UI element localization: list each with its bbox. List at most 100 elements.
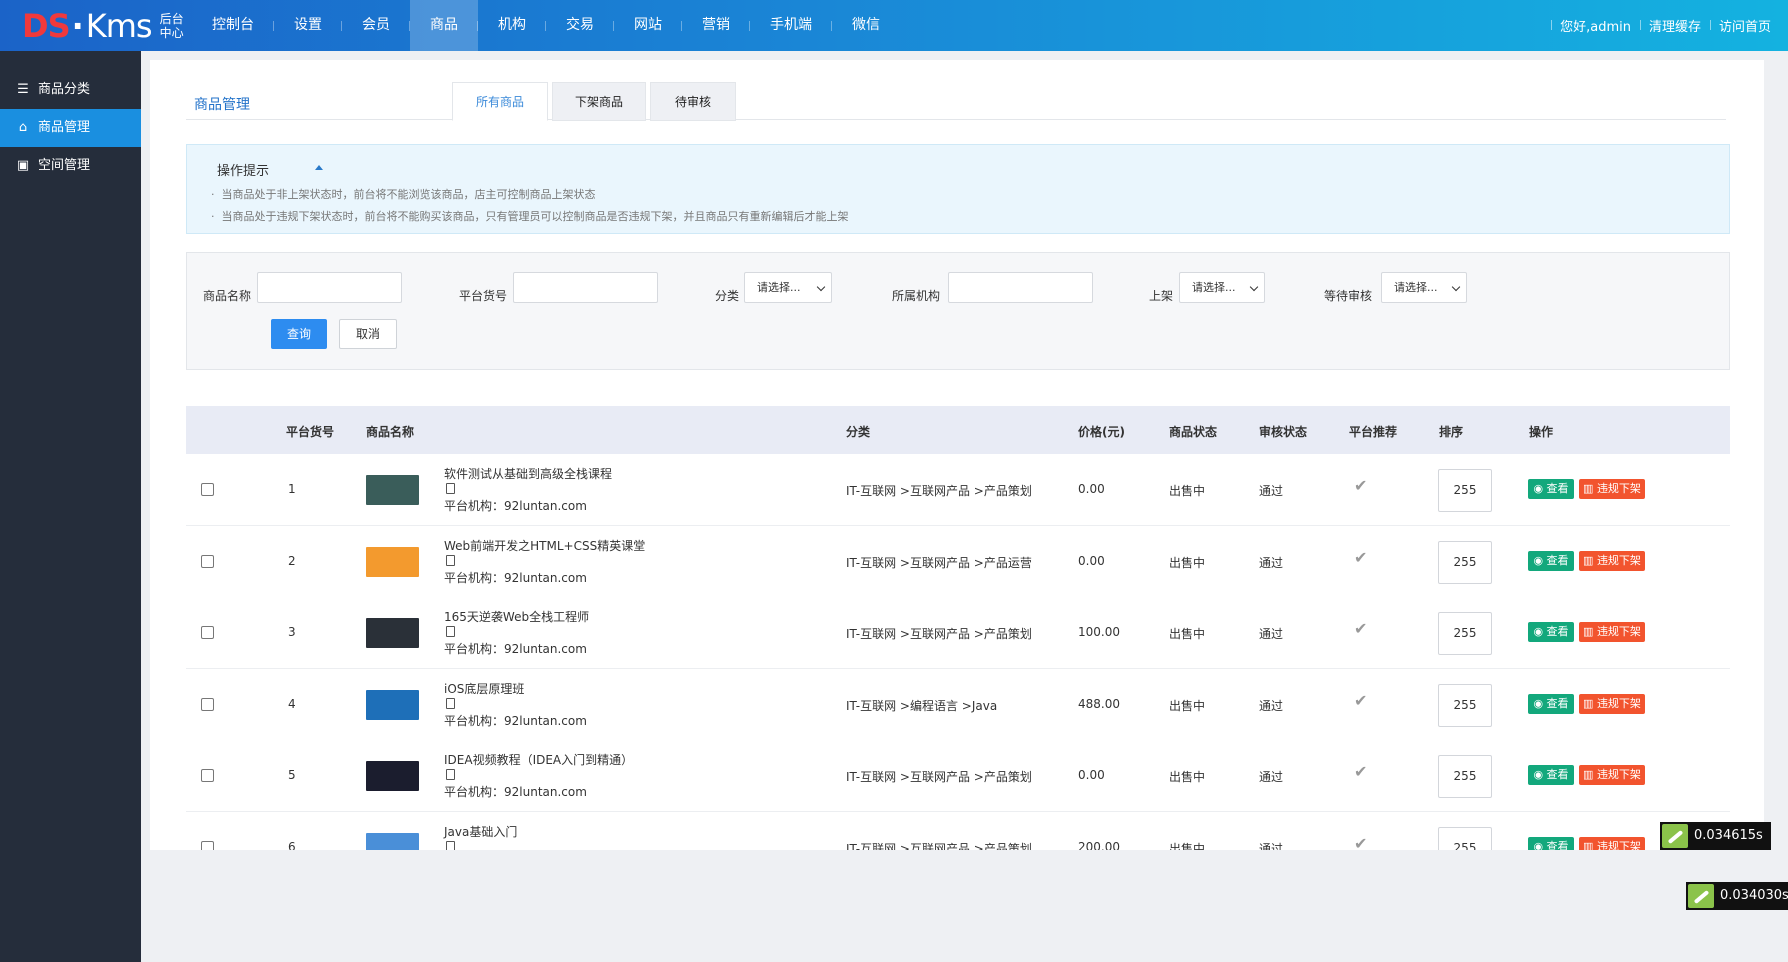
nav-item-settings[interactable]: 设置 bbox=[274, 0, 342, 51]
view-button[interactable]: ◉ 查看 bbox=[1528, 550, 1574, 571]
th-audit: 审核状态 bbox=[1259, 425, 1308, 439]
takedown-button[interactable]: ▥ 违规下架 bbox=[1579, 765, 1645, 785]
product-name: 165天逆袭Web全栈工程师 bbox=[444, 610, 590, 624]
nav-item-orgs[interactable]: 机构 bbox=[478, 0, 546, 51]
check-icon[interactable]: ✔ bbox=[1354, 762, 1367, 781]
category-select[interactable]: 请选择... bbox=[744, 272, 832, 303]
sort-input[interactable]: 255 bbox=[1438, 469, 1492, 512]
sku-input[interactable] bbox=[513, 272, 658, 303]
takedown-button[interactable]: ▥ 违规下架 bbox=[1579, 622, 1645, 642]
audit-select-value: 请选择... bbox=[1394, 281, 1438, 294]
row-category: IT-互联网 >互联网产品 >产品策划 bbox=[846, 484, 1032, 498]
sidebar-item-space-manage[interactable]: ▣ 空间管理 bbox=[0, 147, 141, 185]
product-name: 软件测试从基础到高级全栈课程 bbox=[444, 467, 613, 481]
logo[interactable]: DS · Kms 后台 中心 bbox=[22, 6, 184, 46]
greeting-link[interactable]: 您好,admin bbox=[1551, 16, 1640, 35]
th-category: 分类 bbox=[846, 425, 871, 439]
product-org: 平台机构：92luntan.com bbox=[444, 570, 587, 585]
sort-input[interactable]: 255 bbox=[1438, 826, 1492, 850]
tips-title[interactable]: 操作提示 bbox=[217, 160, 269, 179]
row-audit: 通过 bbox=[1259, 698, 1284, 713]
caret-up-icon[interactable] bbox=[315, 165, 323, 170]
cancel-button[interactable]: 取消 bbox=[339, 319, 397, 349]
takedown-button[interactable]: ▥ 违规下架 bbox=[1579, 836, 1645, 851]
product-org: 平台机构：92luntan.com bbox=[444, 499, 587, 513]
nav-item-wechat[interactable]: 微信 bbox=[832, 0, 900, 51]
phone-icon bbox=[446, 840, 455, 850]
th-recommend: 平台推荐 bbox=[1349, 425, 1398, 439]
row-price: 100.00 bbox=[1078, 625, 1120, 639]
takedown-label: 违规下架 bbox=[1596, 482, 1641, 495]
view-button[interactable]: ◉ 查看 bbox=[1528, 622, 1574, 642]
table-row: 3 165天逆袭Web全栈工程师 平台机构：92luntan.com IT-互联网 >… bbox=[186, 597, 1730, 669]
sidebar-item-category[interactable]: ☰ 商品分类 bbox=[0, 71, 141, 109]
view-button[interactable]: ◉ 查看 bbox=[1528, 479, 1574, 499]
row-checkbox[interactable] bbox=[201, 554, 214, 568]
clear-cache-link[interactable]: 清理缓存 bbox=[1639, 16, 1710, 35]
row-price: 0.00 bbox=[1078, 482, 1105, 496]
sort-input[interactable]: 255 bbox=[1438, 612, 1492, 655]
name-input[interactable] bbox=[257, 272, 402, 303]
filter-panel: 商品名称 平台货号 分类 请选择... 所属机构 上架 请选择... 等待审核 … bbox=[186, 252, 1730, 370]
nav-item-members[interactable]: 会员 bbox=[342, 0, 410, 51]
nav-item-products[interactable]: 商品 bbox=[410, 0, 478, 51]
product-thumbnail bbox=[366, 475, 419, 505]
table-row: 1 软件测试从基础到高级全栈课程 平台机构：92luntan.com IT-互联网 >… bbox=[186, 454, 1730, 526]
row-audit: 通过 bbox=[1259, 484, 1284, 498]
row-sku: 2 bbox=[288, 553, 296, 568]
view-button[interactable]: ◉ 查看 bbox=[1528, 693, 1574, 714]
query-button[interactable]: 查询 bbox=[271, 319, 327, 349]
tip-line: · 当商品处于违规下架状态时，前台将不能购买该商品，只有管理员可以控制商品是否违… bbox=[211, 210, 849, 223]
takedown-button[interactable]: ▥ 违规下架 bbox=[1579, 479, 1645, 499]
view-button[interactable]: ◉ 查看 bbox=[1528, 836, 1574, 850]
logo-sub-line2: 中心 bbox=[159, 26, 184, 40]
check-icon[interactable]: ✔ bbox=[1354, 619, 1367, 638]
row-status: 出售中 bbox=[1169, 627, 1206, 641]
sort-input[interactable]: 255 bbox=[1438, 683, 1492, 727]
takedown-label: 违规下架 bbox=[1596, 768, 1641, 781]
audit-select[interactable]: 请选择... bbox=[1381, 272, 1467, 303]
product-thumbnail bbox=[366, 761, 419, 791]
takedown-button[interactable]: ▥ 违规下架 bbox=[1579, 693, 1645, 714]
perf-badge-2: 0.034030s bbox=[1686, 882, 1788, 910]
row-sku: 6 bbox=[288, 839, 296, 851]
row-checkbox[interactable] bbox=[201, 483, 214, 496]
onsale-select[interactable]: 请选择... bbox=[1179, 272, 1265, 303]
check-icon[interactable]: ✔ bbox=[1354, 834, 1367, 851]
row-checkbox[interactable] bbox=[201, 769, 214, 782]
sidebar-item-product-manage[interactable]: ⌂ 商品管理 bbox=[0, 109, 141, 147]
image-icon: ▣ bbox=[16, 158, 30, 173]
nav-item-website[interactable]: 网站 bbox=[614, 0, 682, 51]
row-category: IT-互联网 >互联网产品 >产品策划 bbox=[846, 770, 1032, 784]
visit-home-link[interactable]: 访问首页 bbox=[1709, 16, 1780, 35]
tab-all-products[interactable]: 所有商品 bbox=[452, 82, 548, 121]
row-checkbox[interactable] bbox=[201, 626, 214, 639]
row-price: 200.00 bbox=[1078, 839, 1120, 851]
takedown-button[interactable]: ▥ 违规下架 bbox=[1579, 550, 1645, 571]
tab-pending-review[interactable]: 待审核 bbox=[650, 82, 736, 121]
row-checkbox[interactable] bbox=[201, 840, 214, 850]
nav-item-trade[interactable]: 交易 bbox=[546, 0, 614, 51]
check-icon[interactable]: ✔ bbox=[1354, 476, 1367, 495]
row-sku: 4 bbox=[288, 696, 296, 711]
row-sku: 5 bbox=[288, 768, 296, 782]
view-label: 查看 bbox=[1546, 625, 1569, 638]
tip-text: 当商品处于违规下架状态时，前台将不能购买该商品，只有管理员可以控制商品是否违规下… bbox=[221, 210, 849, 223]
table-row: 5 IDEA视频教程（IDEA入门到精通） 平台机构：92luntan.com IT-… bbox=[186, 740, 1730, 812]
th-status: 商品状态 bbox=[1169, 425, 1218, 439]
nav-item-mobile[interactable]: 手机端 bbox=[750, 0, 832, 51]
check-icon[interactable]: ✔ bbox=[1354, 691, 1367, 710]
tab-offshelf-products[interactable]: 下架商品 bbox=[552, 82, 646, 121]
takedown-label: 违规下架 bbox=[1596, 839, 1641, 851]
check-icon[interactable]: ✔ bbox=[1354, 548, 1367, 567]
nav-item-marketing[interactable]: 营销 bbox=[682, 0, 750, 51]
sort-input[interactable]: 255 bbox=[1438, 540, 1492, 584]
tip-line: · 当商品处于非上架状态时，前台将不能浏览该商品，店主可控制商品上架状态 bbox=[211, 188, 596, 201]
nav-item-dashboard[interactable]: 控制台 bbox=[192, 0, 274, 51]
view-button[interactable]: ◉ 查看 bbox=[1528, 765, 1574, 785]
row-status: 出售中 bbox=[1169, 698, 1206, 713]
row-checkbox[interactable] bbox=[201, 697, 214, 711]
sort-input[interactable]: 255 bbox=[1438, 755, 1492, 798]
org-input[interactable] bbox=[948, 272, 1093, 303]
main-nav: 控制台 设置 会员 商品 机构 交易 网站 营销 手机端 微信 bbox=[192, 0, 900, 51]
